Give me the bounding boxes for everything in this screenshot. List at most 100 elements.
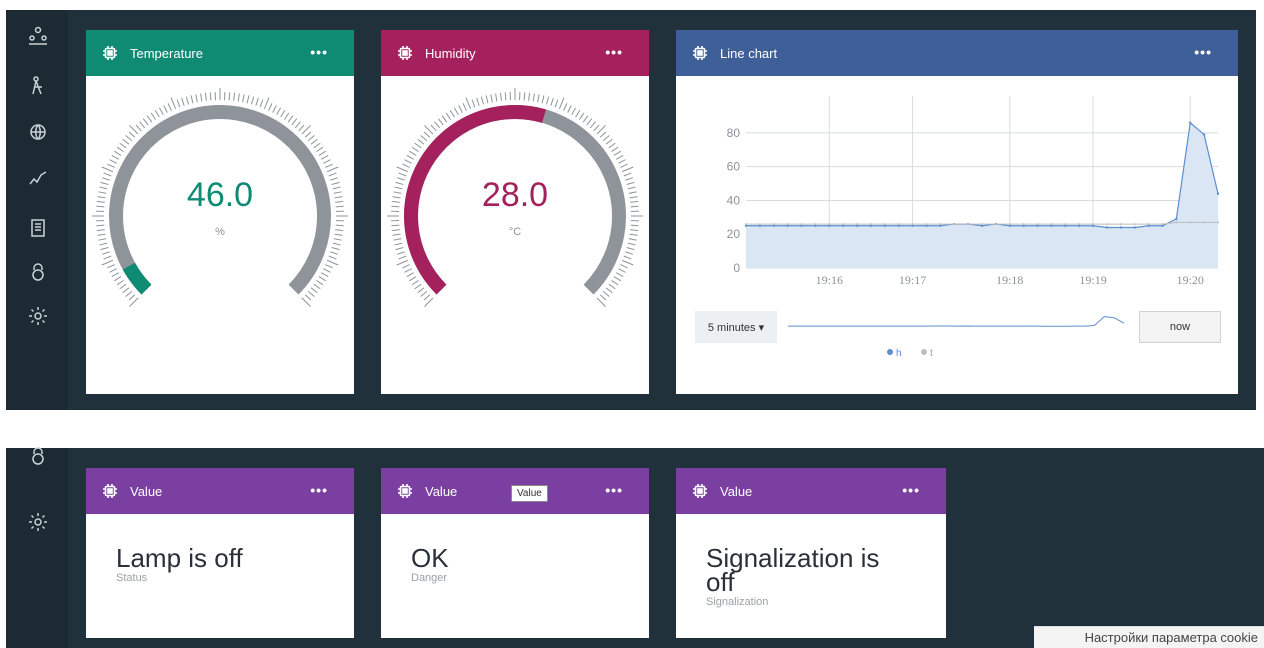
gauge-tick xyxy=(325,264,333,269)
gauge-tick xyxy=(593,124,600,132)
gauge-fill xyxy=(122,262,152,295)
gauge-tick xyxy=(605,287,613,294)
gauge-tick xyxy=(98,238,107,241)
gauge-tick xyxy=(396,259,409,266)
settings-icon[interactable] xyxy=(28,512,48,532)
gauge-tick xyxy=(411,146,419,152)
gauge-tick xyxy=(320,272,329,278)
series-t-point xyxy=(953,223,956,226)
gauge-tick xyxy=(119,283,127,290)
gauge-tick xyxy=(404,159,412,164)
gauge-tick xyxy=(618,159,626,164)
legend-marker-h xyxy=(887,349,893,355)
gauge-tick xyxy=(420,290,428,297)
line-chart-card: Line chart ••• 0 20 40 60 80 19:16 19:17 19:18 1… xyxy=(676,30,1238,394)
more-options-icon[interactable]: ••• xyxy=(605,44,623,60)
document-icon[interactable] xyxy=(28,218,48,238)
humidity-card: Humidity ••• 28.0 °C xyxy=(381,30,649,394)
series-t-point xyxy=(856,223,859,226)
time-range-dropdown[interactable]: 5 minutes ▾ xyxy=(695,311,777,343)
globe-icon[interactable] xyxy=(28,122,48,142)
gauge-tick xyxy=(445,112,451,120)
series-t-point xyxy=(1175,221,1178,224)
gauge-tick xyxy=(119,142,127,149)
gauge-tick xyxy=(111,272,120,278)
gauge-tick xyxy=(320,154,329,160)
x-tick-label: 19:18 xyxy=(996,273,1023,287)
value-text-block: Lamp is off Status xyxy=(116,545,316,584)
series-t-point xyxy=(772,223,775,226)
gauge-tick xyxy=(599,131,607,138)
community-icon[interactable] xyxy=(28,26,48,46)
series-t-point xyxy=(981,223,983,226)
gauge-tick xyxy=(294,121,301,129)
gauge-tick xyxy=(181,97,185,106)
gauge-tick xyxy=(423,294,431,301)
robot-icon[interactable] xyxy=(28,76,48,96)
more-options-icon[interactable]: ••• xyxy=(1194,44,1212,60)
gauge-tick xyxy=(109,159,117,164)
gauge-tick xyxy=(116,280,124,286)
more-options-icon[interactable]: ••• xyxy=(605,482,623,498)
gauge-tick xyxy=(125,290,133,297)
temperature-card-header: Temperature ••• xyxy=(86,30,354,76)
gauge-tick xyxy=(272,105,277,113)
lock-icon[interactable] xyxy=(28,446,48,466)
gauge-tick xyxy=(476,97,480,106)
gauge-tick xyxy=(116,146,124,152)
gauge-tick xyxy=(255,97,259,106)
more-options-icon[interactable]: ••• xyxy=(310,482,328,498)
gauge-tick xyxy=(176,99,181,108)
gauge-unit: % xyxy=(215,226,225,238)
gauge-tick xyxy=(103,255,112,260)
card-title: Temperature xyxy=(130,45,203,61)
now-button[interactable]: now xyxy=(1139,311,1221,343)
gauge-tick xyxy=(333,238,342,241)
gauge-tick xyxy=(411,280,419,286)
chip-icon xyxy=(397,483,413,499)
gauge-tick xyxy=(122,287,130,294)
gauge-tick xyxy=(323,268,331,273)
gauge-tick xyxy=(101,166,114,173)
gauge-tick xyxy=(402,264,410,269)
gauge-tick xyxy=(251,96,255,105)
gauge-tick xyxy=(170,97,177,110)
gauge-tick xyxy=(163,105,168,113)
gauge-tick xyxy=(291,118,298,126)
series-t-point xyxy=(828,223,831,226)
more-options-icon[interactable]: ••• xyxy=(310,44,328,60)
gauge-tick xyxy=(284,112,290,120)
value-text-block: Signalization is off Signalization xyxy=(706,545,906,608)
lock-icon[interactable] xyxy=(28,262,48,282)
series-h-point xyxy=(1202,133,1206,136)
series-t-point xyxy=(939,223,942,226)
card-title: Value xyxy=(130,483,163,499)
settings-icon[interactable] xyxy=(28,306,48,326)
chart-icon[interactable] xyxy=(28,168,48,188)
gauge-tick xyxy=(114,276,122,282)
gauge-tick xyxy=(129,297,139,307)
more-options-icon[interactable]: ••• xyxy=(902,482,920,498)
gauge-tick xyxy=(154,110,160,118)
gauge-tick xyxy=(434,121,441,129)
gauge-tick xyxy=(394,242,403,246)
gauge-tick xyxy=(471,99,476,108)
gauge-tick xyxy=(417,287,425,294)
gauge-tick xyxy=(599,294,607,301)
series-t-point xyxy=(1203,221,1206,224)
gauge-tick xyxy=(424,125,434,135)
gauge-tick xyxy=(554,99,559,108)
gauge-tick xyxy=(318,276,326,282)
gauge-tick xyxy=(158,107,164,116)
gauge-tick xyxy=(150,112,156,120)
series-t-point xyxy=(1022,223,1025,226)
gauge-tick xyxy=(142,118,149,126)
series-t-point xyxy=(786,223,789,226)
gauge-tick xyxy=(458,105,463,113)
series-t-point xyxy=(1161,223,1164,226)
cookie-settings-banner[interactable]: Настройки параметра cookie xyxy=(1034,626,1264,648)
gauge-tick xyxy=(437,118,444,126)
gauge-tick xyxy=(328,255,337,260)
y-tick-label: 80 xyxy=(727,126,741,140)
gauge-tick xyxy=(259,99,264,108)
